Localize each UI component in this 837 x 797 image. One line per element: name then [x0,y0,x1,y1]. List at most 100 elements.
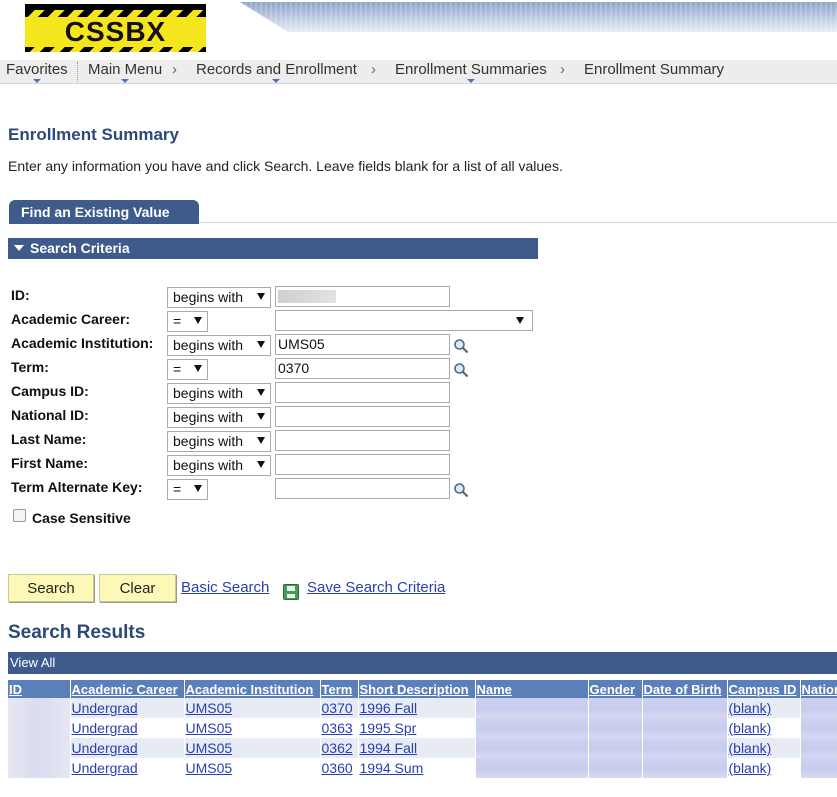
redacted-national-id[interactable] [800,718,837,738]
institution-link[interactable]: UMS05 [186,720,233,736]
table-row[interactable]: Undergrad UMS05 0362 1994 Fall (blank) [8,738,837,758]
campus-id-link[interactable]: (blank) [729,760,772,776]
redacted-dob[interactable] [642,738,728,758]
last-name-input[interactable] [275,430,450,451]
col-short-description[interactable]: Short Description [358,680,476,698]
campus-id-input[interactable] [275,382,450,403]
redacted-gender[interactable] [588,738,643,758]
nav-favorites[interactable]: Favorites [6,61,68,83]
career-link[interactable]: Undergrad [72,760,138,776]
lookup-icon[interactable] [453,338,469,354]
redacted-name[interactable] [475,698,589,718]
academic-career-label: Academic Career: [11,311,131,327]
redacted-id[interactable] [8,758,71,778]
institution-link[interactable]: UMS05 [186,760,233,776]
institution-link[interactable]: UMS05 [186,740,233,756]
nav-records-enrollment[interactable]: Records and Enrollment [196,61,357,83]
nav-enrollment-summaries[interactable]: Enrollment Summaries [395,61,547,83]
last-name-operator-select[interactable]: begins with [167,431,271,452]
header: CSSBX [0,0,837,58]
term-alternate-key-input[interactable] [275,478,450,499]
col-national-id[interactable]: National ID [800,680,837,698]
redacted-dob[interactable] [642,698,728,718]
term-input[interactable]: 0370 [275,358,450,379]
nav-enrollment-summary[interactable]: Enrollment Summary [584,61,724,78]
national-id-operator-select[interactable]: begins with [167,407,271,428]
campus-id-link[interactable]: (blank) [729,740,772,756]
career-link[interactable]: Undergrad [72,720,138,736]
redacted-id[interactable] [8,698,71,718]
career-link[interactable]: Undergrad [72,700,138,716]
term-label: Term: [11,359,49,375]
collapse-triangle-icon [14,245,24,251]
col-id[interactable]: ID [8,680,71,698]
redacted-dob[interactable] [642,718,728,738]
col-gender[interactable]: Gender [588,680,643,698]
table-row[interactable]: Undergrad UMS05 0363 1995 Spr (blank) [8,718,837,738]
career-link[interactable]: Undergrad [72,740,138,756]
short-description-link[interactable]: 1994 Fall [360,740,418,756]
redacted-national-id[interactable] [800,698,837,718]
clear-button[interactable]: Clear [99,574,176,602]
first-name-operator-select[interactable]: begins with [167,455,271,476]
term-link[interactable]: 0370 [322,700,353,716]
dropdown-arrow-icon [257,389,265,396]
academic-institution-operator-select[interactable]: begins with [167,335,271,356]
basic-search-link[interactable]: Basic Search [181,579,269,596]
term-alternate-key-operator-select[interactable]: = [167,479,208,500]
col-name[interactable]: Name [475,680,589,698]
academic-career-select[interactable] [275,310,533,331]
campus-id-operator-select[interactable]: begins with [167,383,271,404]
page-title: Enrollment Summary [8,125,179,144]
redacted-national-id[interactable] [800,738,837,758]
dropdown-arrow-icon [194,317,202,324]
col-academic-career[interactable]: Academic Career [70,680,185,698]
redacted-name[interactable] [475,718,589,738]
term-operator-select[interactable]: = [167,359,208,380]
short-description-link[interactable]: 1994 Sum [360,760,424,776]
academic-career-operator-select[interactable]: = [167,311,208,332]
term-link[interactable]: 0360 [322,760,353,776]
nav-main-menu[interactable]: Main Menu [88,61,162,83]
redacted-gender[interactable] [588,718,643,738]
term-link[interactable]: 0362 [322,740,353,756]
institution-link[interactable]: UMS05 [186,700,233,716]
table-row[interactable]: Undergrad UMS05 0370 1996 Fall (blank) [8,698,837,718]
redacted-gender[interactable] [588,758,643,778]
lookup-icon[interactable] [453,482,469,498]
redacted-national-id[interactable] [800,758,837,778]
view-all-link[interactable]: View All [10,655,55,670]
term-alternate-key-label: Term Alternate Key: [11,479,143,495]
case-sensitive-checkbox[interactable] [13,509,26,522]
save-search-criteria-link[interactable]: Save Search Criteria [307,579,445,596]
id-operator-select[interactable]: begins with [167,287,271,308]
redacted-gender[interactable] [588,698,643,718]
lookup-icon[interactable] [453,362,469,378]
table-row[interactable]: Undergrad UMS05 0360 1994 Sum (blank) [8,758,837,778]
campus-id-link[interactable]: (blank) [729,720,772,736]
col-date-of-birth[interactable]: Date of Birth [642,680,728,698]
term-link[interactable]: 0363 [322,720,353,736]
first-name-input[interactable] [275,454,450,475]
col-campus-id[interactable]: Campus ID [727,680,801,698]
short-description-link[interactable]: 1996 Fall [360,700,418,716]
redacted-id[interactable] [8,738,71,758]
search-button[interactable]: Search [8,574,94,602]
case-sensitive-label: Case Sensitive [32,510,131,526]
redacted-name[interactable] [475,758,589,778]
academic-institution-input[interactable]: UMS05 [275,334,450,355]
col-academic-institution[interactable]: Academic Institution [184,680,321,698]
redacted-name[interactable] [475,738,589,758]
id-input[interactable] [275,286,450,307]
logo-text: CSSBX [64,16,167,47]
redacted-dob[interactable] [642,758,728,778]
short-description-link[interactable]: 1995 Spr [360,720,417,736]
tab-find-existing-value[interactable]: Find an Existing Value [9,200,199,224]
search-criteria-header[interactable]: Search Criteria [8,238,538,259]
national-id-input[interactable] [275,406,450,427]
first-name-label: First Name: [11,455,89,471]
campus-id-link[interactable]: (blank) [729,700,772,716]
save-icon[interactable] [283,584,299,600]
col-term[interactable]: Term [320,680,359,698]
redacted-id[interactable] [8,718,71,738]
